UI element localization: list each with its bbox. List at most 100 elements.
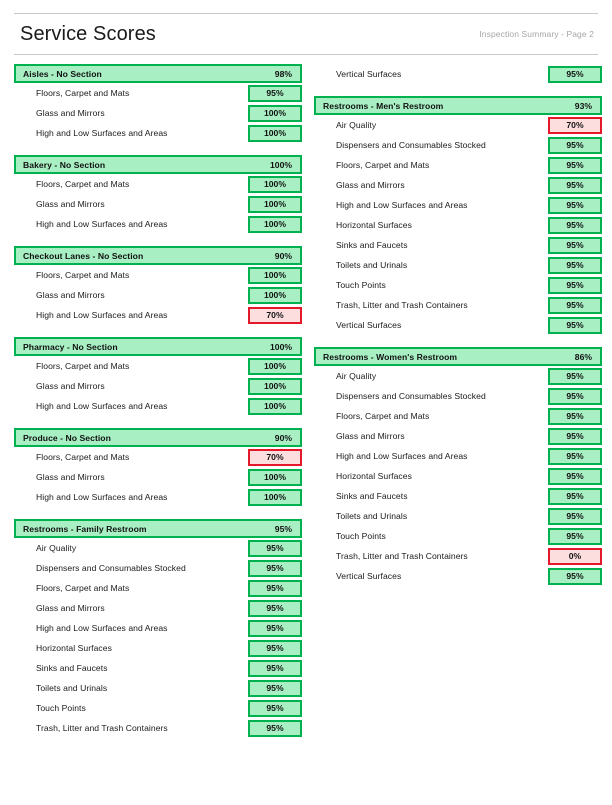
score-item-label: Dispensers and Consumables Stocked (336, 391, 486, 401)
section-header: Checkout Lanes - No Section 90% (14, 246, 302, 265)
score-item-row: High and Low Surfaces and Areas 100% (14, 123, 302, 143)
score-badge: 95% (548, 316, 602, 334)
page-meta: Inspection Summary - Page 2 (479, 29, 594, 39)
score-item-row: Floors, Carpet and Mats 100% (14, 265, 302, 285)
score-badge: 95% (248, 539, 302, 557)
score-item-label: Air Quality (36, 543, 77, 553)
score-badge: 100% (248, 175, 302, 193)
score-item-row: Glass and Mirrors 100% (14, 376, 302, 396)
score-column-left: Aisles - No Section 98% Floors, Carpet and… (14, 64, 302, 738)
score-item-label: Air Quality (336, 371, 377, 381)
score-badge-low: 0% (548, 547, 602, 565)
section-title: Restrooms - Family Restroom (23, 523, 147, 534)
section-score: 98% (274, 68, 292, 79)
score-item-row: High and Low Surfaces and Areas 95% (314, 195, 602, 215)
score-badge: 95% (248, 579, 302, 597)
section-header: Bakery - No Section 100% (14, 155, 302, 174)
score-item-row: Vertical Surfaces 95% (314, 64, 602, 84)
score-item-row: Trash, Litter and Trash Containers 95% (14, 718, 302, 738)
score-item-label: Toilets and Urinals (36, 683, 108, 693)
score-badge: 95% (248, 559, 302, 577)
section-score: 90% (274, 432, 292, 443)
section-title: Pharmacy - No Section (23, 341, 118, 352)
score-badge: 95% (548, 176, 602, 194)
report-page: Service Scores Inspection Summary - Page… (0, 13, 612, 805)
score-item-row: Horizontal Surfaces 95% (14, 638, 302, 658)
score-item-label: Floors, Carpet and Mats (36, 88, 130, 98)
page-header: Service Scores Inspection Summary - Page… (14, 13, 598, 55)
score-badge: 95% (548, 196, 602, 214)
score-item-label: Glass and Mirrors (36, 199, 105, 209)
score-item-label: Sinks and Faucets (336, 491, 408, 501)
section-header: Restrooms - Men's Restroom 93% (314, 96, 602, 115)
score-item-row: Floors, Carpet and Mats 95% (14, 83, 302, 103)
score-badge: 95% (248, 699, 302, 717)
section-score: 100% (270, 159, 292, 170)
score-item-label: Floors, Carpet and Mats (36, 270, 130, 280)
score-item-row: Floors, Carpet and Mats 95% (314, 406, 602, 426)
section-score: 90% (274, 250, 292, 261)
score-item-label: Touch Points (336, 531, 386, 541)
score-badge-low: 70% (548, 116, 602, 134)
score-item-label: Vertical Surfaces (336, 320, 402, 330)
section-score: 95% (274, 523, 292, 534)
score-badge: 95% (548, 507, 602, 525)
score-item-label: Horizontal Surfaces (36, 643, 112, 653)
score-section: Produce - No Section 90% Floors, Carpet an… (14, 428, 302, 507)
score-item-row: Toilets and Urinals 95% (14, 678, 302, 698)
score-section: Bakery - No Section 100% Floors, Carpet an… (14, 155, 302, 234)
score-item-row: Toilets and Urinals 95% (314, 255, 602, 275)
continued-item-group: Vertical Surfaces 95% (314, 64, 602, 84)
score-item-row: Air Quality 95% (14, 538, 302, 558)
score-item-label: Dispensers and Consumables Stocked (336, 140, 486, 150)
score-badge: 100% (248, 488, 302, 506)
score-badge: 95% (248, 619, 302, 637)
score-item-row: High and Low Surfaces and Areas 95% (14, 618, 302, 638)
score-section: Aisles - No Section 98% Floors, Carpet and… (14, 64, 302, 143)
score-badge: 100% (248, 195, 302, 213)
score-item-label: Toilets and Urinals (336, 511, 408, 521)
score-item-label: Floors, Carpet and Mats (36, 452, 130, 462)
score-badge: 95% (548, 136, 602, 154)
section-score: 86% (574, 351, 592, 362)
page-title: Service Scores (20, 22, 156, 45)
score-badge: 100% (248, 215, 302, 233)
score-item-label: High and Low Surfaces and Areas (36, 401, 168, 411)
score-item-row: Trash, Litter and Trash Containers 95% (314, 295, 602, 315)
score-item-label: High and Low Surfaces and Areas (36, 623, 168, 633)
section-header: Produce - No Section 90% (14, 428, 302, 447)
score-item-label: Floors, Carpet and Mats (336, 160, 430, 170)
score-item-label: Air Quality (336, 120, 377, 130)
score-item-label: Trash, Litter and Trash Containers (336, 300, 468, 310)
score-item-row: Glass and Mirrors 100% (14, 103, 302, 123)
score-item-label: Dispensers and Consumables Stocked (36, 563, 186, 573)
score-item-row: Glass and Mirrors 100% (14, 194, 302, 214)
section-score: 100% (270, 341, 292, 352)
score-badge: 95% (248, 719, 302, 737)
score-item-label: Horizontal Surfaces (336, 471, 412, 481)
score-badge: 95% (548, 216, 602, 234)
score-item-row: High and Low Surfaces and Areas 70% (14, 305, 302, 325)
score-item-label: Trash, Litter and Trash Containers (36, 723, 168, 733)
score-item-label: Floors, Carpet and Mats (36, 179, 130, 189)
score-item-row: Sinks and Faucets 95% (14, 658, 302, 678)
score-item-label: High and Low Surfaces and Areas (36, 128, 168, 138)
score-item-row: Sinks and Faucets 95% (314, 235, 602, 255)
score-item-label: Floors, Carpet and Mats (36, 583, 130, 593)
score-item-row: High and Low Surfaces and Areas 100% (14, 396, 302, 416)
score-badge: 100% (248, 266, 302, 284)
score-item-label: Vertical Surfaces (336, 571, 402, 581)
score-item-label: Glass and Mirrors (336, 431, 405, 441)
score-item-label: Touch Points (36, 703, 86, 713)
score-item-row: Air Quality 70% (314, 115, 602, 135)
section-title: Restrooms - Men's Restroom (323, 100, 444, 111)
score-item-label: Floors, Carpet and Mats (336, 411, 430, 421)
score-item-label: High and Low Surfaces and Areas (36, 310, 168, 320)
score-item-row: Toilets and Urinals 95% (314, 506, 602, 526)
score-item-label: Glass and Mirrors (336, 180, 405, 190)
score-badge: 95% (248, 679, 302, 697)
score-item-row: Glass and Mirrors 95% (314, 175, 602, 195)
score-badge: 95% (548, 256, 602, 274)
score-badge-low: 70% (248, 448, 302, 466)
score-item-row: Dispensers and Consumables Stocked 95% (314, 386, 602, 406)
